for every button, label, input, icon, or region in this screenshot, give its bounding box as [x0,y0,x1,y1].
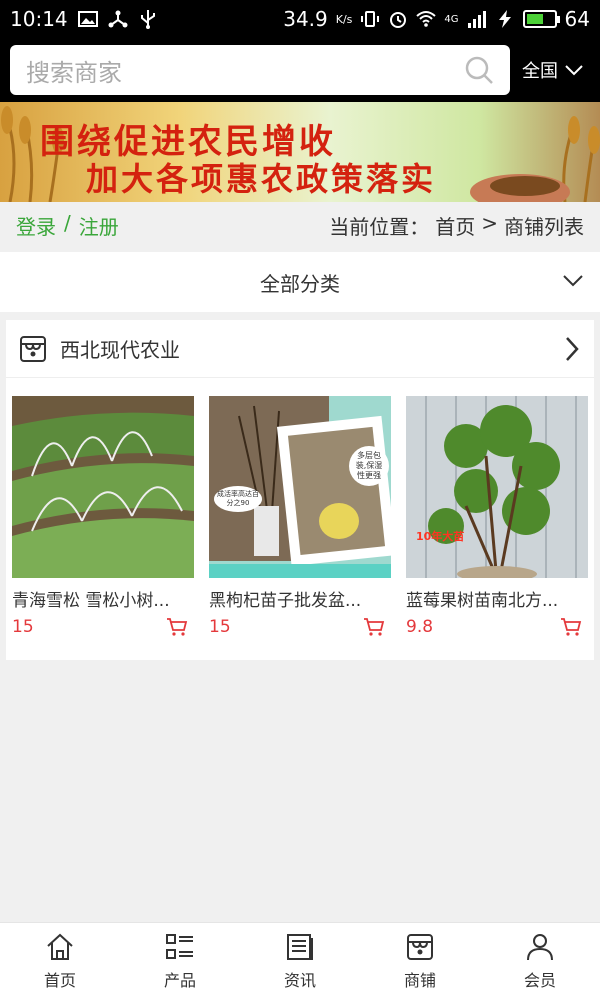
category-label: 全部分类 [260,271,340,296]
shop-header[interactable]: 西北现代农业 [6,320,594,378]
product-card[interactable]: 青海雪松 雪松小树... 15 [12,396,194,637]
nav-home[interactable]: 首页 [0,923,120,1000]
search-icon[interactable] [464,55,494,85]
vibrate-icon [361,11,380,27]
status-time: 10:14 [10,7,68,31]
breadcrumb-separator: > [481,210,498,235]
news-icon [287,933,313,960]
product-card[interactable]: 成活率高达百分之90 多层包装,保湿性更强 黑枸杞苗子批发盆... 15 [209,396,391,637]
breadcrumb-label: 当前位置： [329,214,430,239]
nav-home-label: 首页 [43,970,76,990]
product-card[interactable]: 10年大苗 蓝莓果树苗南北方... 9.8 [406,396,588,637]
login-link[interactable]: 登录 [16,211,56,240]
product-image[interactable]: 10年大苗 [406,396,588,578]
shop-icon [20,335,46,362]
product-price: 15 [209,617,231,637]
banner-title-line2: 加大各项惠农政策落实 [86,160,437,198]
search-input[interactable]: 搜索商家 [10,45,510,95]
product-title[interactable]: 蓝莓果树苗南北方... [406,586,581,611]
bottom-nav: 首页 产品 资讯 商铺 会员 [0,922,600,1000]
nav-products[interactable]: 产品 [120,923,240,1000]
breadcrumb-bar: 登录 / 注册 当前位置： 首页 > 商铺列表 [0,202,600,248]
home-icon [47,933,73,960]
network-type: 4G [444,13,459,25]
product-image-tag: 10年大苗 [416,530,465,543]
alarm-icon [390,12,407,28]
battery-icon [522,10,560,28]
product-title[interactable]: 黑枸杞苗子批发盆... [209,586,384,611]
status-bar: 10:14 34.9 K/s 4G 64 [0,0,600,38]
usb-icon [140,10,155,29]
cart-icon[interactable] [363,617,385,637]
promo-banner[interactable]: 围绕促进农民增收 加大各项惠农政策落实 [0,102,600,202]
chevron-down-icon [563,275,583,287]
auth-links: 登录 / 注册 [16,211,119,240]
breadcrumb-current: 商铺列表 [504,214,584,239]
net-speed: 34.9 [283,7,328,31]
breadcrumb-home[interactable]: 首页 [435,211,475,240]
product-image-tag: 多层包装,保湿性更强 [349,446,389,486]
product-title[interactable]: 青海雪松 雪松小树... [12,586,187,611]
search-placeholder: 搜索商家 [26,58,122,87]
signal-icon [467,11,486,28]
wifi-icon [416,11,437,27]
register-link[interactable]: 注册 [79,211,119,240]
region-label: 全国 [522,61,558,82]
chevron-down-icon [565,65,583,76]
auth-separator: / [64,210,71,235]
charging-icon [498,10,511,28]
nav-news[interactable]: 资讯 [240,923,360,1000]
net-speed-unit: K/s [335,12,353,26]
battery-percent: 64 [564,7,590,31]
battery-level [526,14,544,24]
product-image[interactable]: 成活率高达百分之90 多层包装,保湿性更强 [209,396,391,578]
region-selector[interactable]: 全国 [522,57,590,83]
shop-name: 西北现代农业 [60,338,180,362]
category-dropdown[interactable]: 全部分类 [0,252,600,312]
share-icon [108,10,128,28]
product-image-tag: 成活率高达百分之90 [214,486,262,512]
cart-icon[interactable] [166,617,188,637]
image-icon [77,11,98,27]
product-price: 9.8 [406,617,434,637]
chevron-right-icon[interactable] [562,335,582,363]
search-header: 搜索商家 全国 [0,38,600,102]
nav-shops-label: 商铺 [403,970,436,990]
cart-icon[interactable] [560,617,582,637]
nav-shops[interactable]: 商铺 [360,923,480,1000]
nav-member[interactable]: 会员 [480,923,600,1000]
breadcrumb: 当前位置： 首页 > 商铺列表 [329,211,584,240]
nav-news-label: 资讯 [283,970,316,990]
product-price: 15 [12,617,34,637]
shop-icon [407,933,433,960]
member-icon [527,933,553,960]
product-list: 青海雪松 雪松小树... 15 成活率高达百分之90 多层包装,保湿性更强 黑枸… [12,396,588,637]
shop-card: 西北现代农业 青海雪松 雪松小树... 15 成活率高达百分之90 多层包装,保… [6,320,594,660]
product-image[interactable] [12,396,194,578]
nav-products-label: 产品 [163,970,196,990]
product-list-icon [166,933,193,959]
nav-member-label: 会员 [523,970,556,990]
